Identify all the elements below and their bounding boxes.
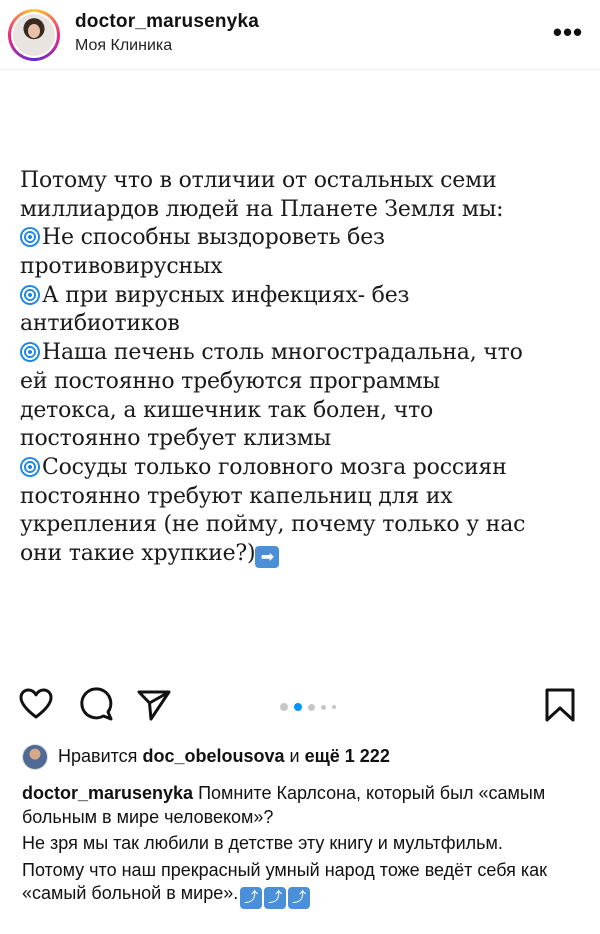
slide-line-text: они такие хрупкие?) <box>20 540 256 566</box>
slide-line-text: постоянно требует клизмы <box>20 426 331 452</box>
avatar[interactable] <box>11 12 57 58</box>
carousel-dot[interactable] <box>308 703 315 711</box>
slide-line-text: антибиотиков <box>20 311 180 337</box>
slide-line: они такие хрупкие?) ➡ <box>20 540 590 569</box>
caption-paragraph-2: Не зря мы так любили в детстве эту книгу… <box>22 833 503 853</box>
carousel-dot[interactable] <box>294 703 302 711</box>
username-link[interactable]: doctor_marusenyka <box>75 11 259 33</box>
likes-prefix: Нравится <box>58 746 138 766</box>
slide-line: Сосуды только головного мозга россиян <box>20 454 590 483</box>
slide-line: миллиардов людей на Планете Земля мы: <box>20 196 590 225</box>
likes-summary[interactable]: Нравится doc_obelousova и ещё 1 222 <box>58 746 390 767</box>
right-arrow-emoji-icon: ➡ <box>255 545 280 568</box>
slide-line: укрепления (не пойму, почему только у на… <box>20 511 590 540</box>
more-options-icon[interactable]: ••• <box>552 19 584 45</box>
avatar-photo <box>13 14 55 56</box>
slide-line: противовирусных <box>20 253 590 282</box>
up-right-arrow-emoji-icon: ⤴ <box>240 887 263 909</box>
caption: doctor_marusenyka Помните Карлсона, кото… <box>22 782 592 912</box>
slide-line: Потому что в отличии от остальных семи <box>20 167 590 196</box>
comment-icon[interactable] <box>78 684 114 728</box>
cyclone-emoji-icon <box>20 342 40 363</box>
slide-line-text: Потому что в отличии от остальных семи <box>20 168 497 193</box>
send-icon[interactable] <box>136 684 172 728</box>
slide-line-text: Сосуды только головного мозга россиян <box>42 454 507 480</box>
up-right-arrow-emoji-icon: ⤴ <box>288 887 311 909</box>
cyclone-emoji-icon <box>20 284 40 305</box>
slide-line-text: А при вирусных инфекциях- без <box>42 282 410 308</box>
slide-line-text: укрепления (не пойму, почему только у на… <box>20 512 526 538</box>
slide-line: антибиотиков <box>20 310 590 339</box>
slide-text: Потому что в отличии от остальных семи ми… <box>20 167 590 569</box>
slide-line: А при вирусных инфекциях- без <box>20 282 590 311</box>
post-header: doctor_marusenyka Моя Клиника ••• <box>0 0 600 70</box>
slide-line-text: миллиардов людей на Планете Земля мы: <box>20 196 504 222</box>
cyclone-emoji-icon <box>20 456 40 477</box>
slide-line: ей постоянно требуются программы <box>20 368 590 397</box>
likes-joiner: и <box>289 746 300 766</box>
slide-line: постоянно требуют капельниц для их <box>20 483 590 512</box>
post-slide[interactable]: Потому что в отличии от остальных семи ми… <box>0 71 600 681</box>
liker-avatar[interactable] <box>22 744 48 770</box>
up-right-arrow-emoji-icon: ⤴ <box>264 887 287 909</box>
caption-author[interactable]: doctor_marusenyka <box>22 783 193 803</box>
heart-icon[interactable] <box>18 684 54 728</box>
slide-line-text: детокса, а кишечник так болен, что <box>20 397 434 423</box>
story-ring[interactable] <box>8 9 60 61</box>
slide-line: Наша печень столь многострадальна, что <box>20 339 590 368</box>
slide-line-text: противовирусных <box>20 254 223 280</box>
liker-username[interactable]: doc_obelousova <box>142 746 284 766</box>
carousel-dot[interactable] <box>280 703 288 711</box>
action-bar <box>0 684 600 732</box>
slide-line-text: Наша печень столь многострадальна, что <box>42 340 523 366</box>
slide-line-text: Не способны выздороветь без <box>42 225 385 251</box>
cyclone-emoji-icon <box>20 227 40 248</box>
slide-line: Не способны выздороветь без <box>20 224 590 253</box>
slide-line: детокса, а кишечник так болен, что <box>20 397 590 426</box>
caption-emoji-group: ⤴ ⤴ ⤴ <box>238 883 311 909</box>
carousel-dot[interactable] <box>332 705 336 709</box>
location-link[interactable]: Моя Клиника <box>75 37 172 55</box>
slide-line-text: ей постоянно требуются программы <box>20 368 440 394</box>
likes-count[interactable]: ещё 1 222 <box>305 746 390 766</box>
slide-line-text: постоянно требуют капельниц для их <box>20 483 453 509</box>
slide-line: постоянно требует клизмы <box>20 425 590 454</box>
carousel-dot[interactable] <box>321 704 326 710</box>
bookmark-icon[interactable] <box>542 684 578 728</box>
